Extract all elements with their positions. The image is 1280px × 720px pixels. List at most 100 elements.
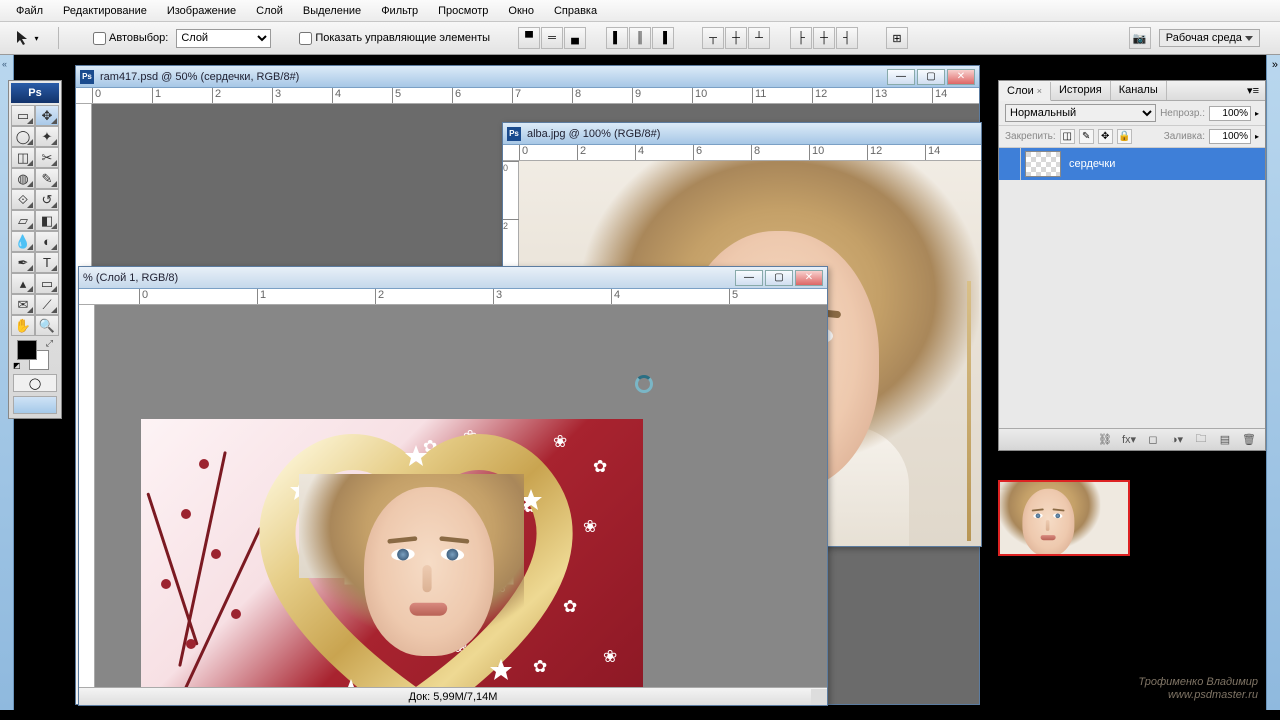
history-brush-tool-icon[interactable]: ↺ — [35, 189, 59, 210]
navigator-thumbnail[interactable] — [998, 480, 1130, 556]
menu-window[interactable]: Окно — [498, 2, 544, 20]
align-bottom-icon[interactable]: ▄ — [564, 27, 586, 49]
slice-tool-icon[interactable]: ✂ — [35, 147, 59, 168]
group-icon[interactable]: 🗀 — [1193, 433, 1209, 447]
panel-menu-icon[interactable]: ▾≡ — [1241, 81, 1265, 100]
minimize-button[interactable]: — — [735, 270, 763, 286]
lock-transparency-icon[interactable]: ◫ — [1060, 129, 1075, 144]
go-to-bridge-icon[interactable]: 📷 — [1129, 27, 1151, 49]
frame-artwork: ✿❀✿❀✿ ❀✿❀ ✿❀✿ ❀✿❀ ✿❀ — [141, 419, 643, 705]
close-button[interactable]: ✕ — [947, 69, 975, 85]
right-dock-stripe[interactable]: » — [1266, 55, 1280, 710]
default-colors-icon[interactable]: ◩ — [13, 361, 21, 370]
lock-label: Закрепить: — [1005, 131, 1056, 142]
tab-history[interactable]: История — [1051, 81, 1111, 100]
blur-tool-icon[interactable]: 💧 — [11, 231, 35, 252]
screen-mode-icon[interactable] — [13, 396, 57, 414]
menu-view[interactable]: Просмотр — [428, 2, 498, 20]
menu-layer[interactable]: Слой — [246, 2, 293, 20]
distribute-bottom-icon[interactable]: ┴ — [748, 27, 770, 49]
distribute-right-icon[interactable]: ┤ — [836, 27, 858, 49]
menu-edit[interactable]: Редактирование — [53, 2, 157, 20]
minimize-button[interactable]: — — [887, 69, 915, 85]
horizontal-ruler: 02468101214 — [503, 145, 981, 161]
layer-row[interactable]: сердечки — [999, 148, 1265, 180]
opacity-input[interactable]: 100% — [1209, 106, 1251, 121]
menu-file[interactable]: Файл — [6, 2, 53, 20]
pen-tool-icon[interactable]: ✒ — [11, 252, 35, 273]
marquee-tool-icon[interactable]: ▭ — [11, 105, 35, 126]
auto-align-icon[interactable]: ⊞ — [886, 27, 908, 49]
dodge-tool-icon[interactable]: ◐ — [35, 231, 59, 252]
maximize-button[interactable]: ▢ — [765, 270, 793, 286]
eraser-tool-icon[interactable]: ▱ — [11, 210, 35, 231]
lasso-tool-icon[interactable]: ◯ — [11, 126, 35, 147]
lock-all-icon[interactable]: 🔒 — [1117, 129, 1132, 144]
eyedropper-tool-icon[interactable]: ⟋ — [35, 294, 59, 315]
healing-brush-tool-icon[interactable]: ◍ — [11, 168, 35, 189]
magic-wand-tool-icon[interactable]: ✦ — [35, 126, 59, 147]
layer-name[interactable]: сердечки — [1065, 158, 1115, 170]
new-layer-icon[interactable]: ▤ — [1217, 433, 1233, 447]
layer-style-icon[interactable]: fx▾ — [1121, 433, 1137, 447]
layer-thumbnail[interactable] — [1025, 151, 1061, 177]
brush-tool-icon[interactable]: ✎ — [35, 168, 59, 189]
collapse-icon[interactable]: » — [1272, 59, 1278, 71]
shape-tool-icon[interactable]: ▭ — [35, 273, 59, 294]
color-swatches[interactable]: ⤢ ◩ — [11, 336, 59, 372]
distribute-vcenter-icon[interactable]: ┼ — [725, 27, 747, 49]
hand-tool-icon[interactable]: ✋ — [11, 315, 35, 336]
menu-select[interactable]: Выделение — [293, 2, 371, 20]
active-tool-icon[interactable]: ▾ — [14, 27, 40, 49]
layer-mask-icon[interactable]: ◻ — [1145, 433, 1161, 447]
horizontal-ruler: 01234567891011121314 — [76, 88, 979, 104]
lock-pixels-icon[interactable]: ✎ — [1079, 129, 1094, 144]
distribute-left-icon[interactable]: ├ — [790, 27, 812, 49]
gradient-tool-icon[interactable]: ◧ — [35, 210, 59, 231]
workspace-switcher[interactable]: Рабочая среда — [1159, 29, 1260, 47]
autoselect-label: Автовыбор: — [109, 32, 168, 44]
foreground-color-swatch[interactable] — [17, 340, 37, 360]
zoom-tool-icon[interactable]: 🔍 — [35, 315, 59, 336]
align-vcenter-icon[interactable]: ═ — [541, 27, 563, 49]
document-title: alba.jpg @ 100% (RGB/8#) — [527, 128, 977, 140]
quickmask-icon[interactable]: ◯ — [13, 374, 57, 392]
swap-colors-icon[interactable]: ⤢ — [46, 338, 53, 349]
menu-help[interactable]: Справка — [544, 2, 607, 20]
type-tool-icon[interactable]: T — [35, 252, 59, 273]
align-left-icon[interactable]: ▌ — [606, 27, 628, 49]
crop-tool-icon[interactable]: ◫ — [11, 147, 35, 168]
menu-filter[interactable]: Фильтр — [371, 2, 428, 20]
autoselect-target-select[interactable]: Слой — [176, 29, 271, 48]
distribute-top-icon[interactable]: ┬ — [702, 27, 724, 49]
tab-channels[interactable]: Каналы — [1111, 81, 1167, 100]
clone-stamp-tool-icon[interactable]: ⟐ — [11, 189, 35, 210]
opacity-label: Непрозр.: — [1160, 108, 1205, 119]
align-top-icon[interactable]: ▀ — [518, 27, 540, 49]
blend-mode-select[interactable]: Нормальный — [1005, 104, 1156, 122]
distribute-hcenter-icon[interactable]: ┼ — [813, 27, 835, 49]
align-right-icon[interactable]: ▐ — [652, 27, 674, 49]
menu-image[interactable]: Изображение — [157, 2, 246, 20]
lock-position-icon[interactable]: ✥ — [1098, 129, 1113, 144]
show-transform-controls-checkbox[interactable]: Показать управляющие элементы — [299, 32, 490, 45]
notes-tool-icon[interactable]: ✉ — [11, 294, 35, 315]
fill-label: Заливка: — [1164, 131, 1205, 142]
adjustment-layer-icon[interactable]: ◑▾ — [1169, 433, 1185, 447]
watermark-text: Трофименко Владимир www.psdmaster.ru — [1138, 676, 1258, 702]
layers-list[interactable]: сердечки — [999, 148, 1265, 428]
move-tool-icon[interactable]: ✥ — [35, 105, 59, 126]
delete-layer-icon[interactable]: 🗑 — [1241, 433, 1257, 447]
link-layers-icon[interactable]: ⛓ — [1097, 433, 1113, 447]
close-button[interactable]: ✕ — [795, 270, 823, 286]
maximize-button[interactable]: ▢ — [917, 69, 945, 85]
path-selection-tool-icon[interactable]: ▴ — [11, 273, 35, 294]
autoselect-checkbox[interactable]: Автовыбор: — [93, 32, 168, 45]
align-hcenter-icon[interactable]: ║ — [629, 27, 651, 49]
visibility-toggle-icon[interactable] — [999, 148, 1021, 180]
document-canvas[interactable]: ✿❀✿❀✿ ❀✿❀ ✿❀✿ ❀✿❀ ✿❀ — [95, 305, 827, 705]
tab-layers[interactable]: Слои× — [999, 82, 1051, 101]
collapse-icon[interactable]: « — [2, 59, 7, 69]
close-icon[interactable]: × — [1037, 86, 1042, 96]
fill-input[interactable]: 100% — [1209, 129, 1251, 144]
